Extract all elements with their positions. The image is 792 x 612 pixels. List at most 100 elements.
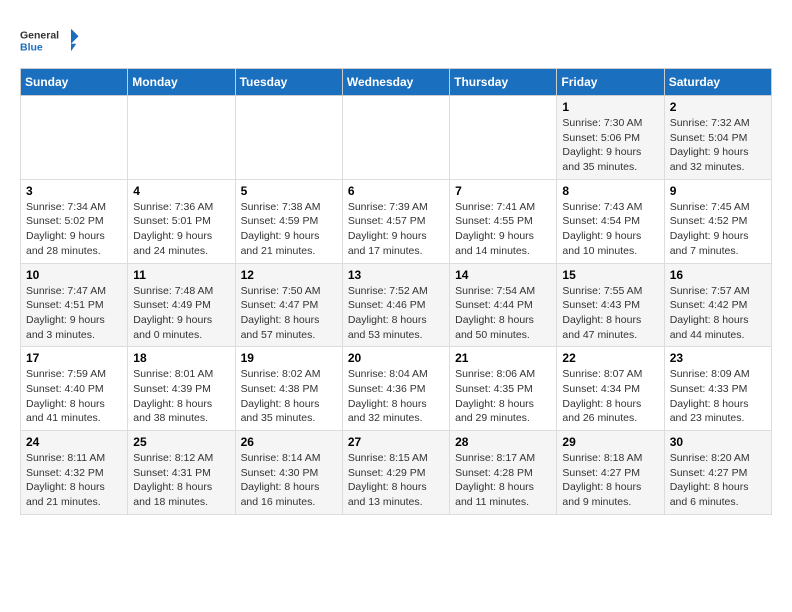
- day-info: Sunrise: 8:12 AM Sunset: 4:31 PM Dayligh…: [133, 451, 229, 510]
- col-header-friday: Friday: [557, 69, 664, 96]
- day-number: 20: [348, 351, 444, 365]
- day-number: 1: [562, 100, 658, 114]
- day-info: Sunrise: 8:15 AM Sunset: 4:29 PM Dayligh…: [348, 451, 444, 510]
- day-info: Sunrise: 7:32 AM Sunset: 5:04 PM Dayligh…: [670, 116, 766, 175]
- calendar-cell: 5 Sunrise: 7:38 AM Sunset: 4:59 PM Daylig…: [235, 179, 342, 263]
- day-number: 15: [562, 268, 658, 282]
- day-info: Sunrise: 7:38 AM Sunset: 4:59 PM Dayligh…: [241, 200, 337, 259]
- day-info: Sunrise: 7:48 AM Sunset: 4:49 PM Dayligh…: [133, 284, 229, 343]
- day-info: Sunrise: 8:09 AM Sunset: 4:33 PM Dayligh…: [670, 367, 766, 426]
- calendar-cell: 12Sunrise: 7:50 AM Sunset: 4:47 PM Dayli…: [235, 263, 342, 347]
- calendar-cell: 25 Sunrise: 8:12 AM Sunset: 4:31 PM Dayli…: [128, 431, 235, 515]
- day-info: Sunrise: 7:45 AM Sunset: 4:52 PM Dayligh…: [670, 200, 766, 259]
- logo: General Blue: [20, 20, 80, 60]
- day-info: Sunrise: 7:36 AM Sunset: 5:01 PM Dayligh…: [133, 200, 229, 259]
- calendar-cell: 15Sunrise: 7:55 AM Sunset: 4:43 PM Dayli…: [557, 263, 664, 347]
- day-number: 2: [670, 100, 766, 114]
- col-header-tuesday: Tuesday: [235, 69, 342, 96]
- day-number: 30: [670, 435, 766, 449]
- calendar-cell: 4 Sunrise: 7:36 AM Sunset: 5:01 PM Daylig…: [128, 179, 235, 263]
- day-info: Sunrise: 8:11 AM Sunset: 4:32 PM Dayligh…: [26, 451, 122, 510]
- day-number: 14: [455, 268, 551, 282]
- day-info: Sunrise: 8:20 AM Sunset: 4:27 PM Dayligh…: [670, 451, 766, 510]
- day-info: Sunrise: 7:59 AM Sunset: 4:40 PM Dayligh…: [26, 367, 122, 426]
- day-number: 6: [348, 184, 444, 198]
- calendar-cell: 20 Sunrise: 8:04 AM Sunset: 4:36 PM Dayli…: [342, 347, 449, 431]
- calendar-cell: 13 Sunrise: 7:52 AM Sunset: 4:46 PM Dayli…: [342, 263, 449, 347]
- calendar-cell: 22 Sunrise: 8:07 AM Sunset: 4:34 PM Dayli…: [557, 347, 664, 431]
- day-number: 26: [241, 435, 337, 449]
- day-info: Sunrise: 7:50 AM Sunset: 4:47 PM Dayligh…: [241, 284, 337, 343]
- day-number: 18: [133, 351, 229, 365]
- day-info: Sunrise: 7:57 AM Sunset: 4:42 PM Dayligh…: [670, 284, 766, 343]
- calendar-cell: 8 Sunrise: 7:43 AM Sunset: 4:54 PM Daylig…: [557, 179, 664, 263]
- day-info: Sunrise: 7:47 AM Sunset: 4:51 PM Dayligh…: [26, 284, 122, 343]
- day-number: 24: [26, 435, 122, 449]
- day-info: Sunrise: 7:52 AM Sunset: 4:46 PM Dayligh…: [348, 284, 444, 343]
- calendar-cell: 9 Sunrise: 7:45 AM Sunset: 4:52 PM Daylig…: [664, 179, 771, 263]
- calendar-cell: 16 Sunrise: 7:57 AM Sunset: 4:42 PM Dayli…: [664, 263, 771, 347]
- day-number: 22: [562, 351, 658, 365]
- col-header-saturday: Saturday: [664, 69, 771, 96]
- col-header-sunday: Sunday: [21, 69, 128, 96]
- day-number: 9: [670, 184, 766, 198]
- day-number: 23: [670, 351, 766, 365]
- svg-text:Blue: Blue: [20, 42, 43, 54]
- day-info: Sunrise: 7:41 AM Sunset: 4:55 PM Dayligh…: [455, 200, 551, 259]
- day-info: Sunrise: 8:04 AM Sunset: 4:36 PM Dayligh…: [348, 367, 444, 426]
- calendar-cell: 26 Sunrise: 8:14 AM Sunset: 4:30 PM Dayli…: [235, 431, 342, 515]
- header: General Blue: [20, 20, 772, 60]
- calendar-cell: 18 Sunrise: 8:01 AM Sunset: 4:39 PM Dayli…: [128, 347, 235, 431]
- calendar-cell: [342, 96, 449, 180]
- day-number: 4: [133, 184, 229, 198]
- day-number: 11: [133, 268, 229, 282]
- day-info: Sunrise: 8:02 AM Sunset: 4:38 PM Dayligh…: [241, 367, 337, 426]
- calendar-cell: 3Sunrise: 7:34 AM Sunset: 5:02 PM Daylig…: [21, 179, 128, 263]
- day-number: 8: [562, 184, 658, 198]
- calendar-cell: 27 Sunrise: 8:15 AM Sunset: 4:29 PM Dayli…: [342, 431, 449, 515]
- day-number: 17: [26, 351, 122, 365]
- day-info: Sunrise: 8:07 AM Sunset: 4:34 PM Dayligh…: [562, 367, 658, 426]
- day-number: 27: [348, 435, 444, 449]
- calendar-cell: 30 Sunrise: 8:20 AM Sunset: 4:27 PM Dayli…: [664, 431, 771, 515]
- day-info: Sunrise: 8:06 AM Sunset: 4:35 PM Dayligh…: [455, 367, 551, 426]
- calendar-cell: 10 Sunrise: 7:47 AM Sunset: 4:51 PM Dayli…: [21, 263, 128, 347]
- calendar-cell: 6 Sunrise: 7:39 AM Sunset: 4:57 PM Daylig…: [342, 179, 449, 263]
- day-info: Sunrise: 8:17 AM Sunset: 4:28 PM Dayligh…: [455, 451, 551, 510]
- logo-svg: General Blue: [20, 20, 80, 60]
- day-info: Sunrise: 7:43 AM Sunset: 4:54 PM Dayligh…: [562, 200, 658, 259]
- calendar-cell: 23 Sunrise: 8:09 AM Sunset: 4:33 PM Dayli…: [664, 347, 771, 431]
- day-number: 13: [348, 268, 444, 282]
- day-info: Sunrise: 7:39 AM Sunset: 4:57 PM Dayligh…: [348, 200, 444, 259]
- col-header-thursday: Thursday: [450, 69, 557, 96]
- calendar-cell: 21 Sunrise: 8:06 AM Sunset: 4:35 PM Dayli…: [450, 347, 557, 431]
- col-header-monday: Monday: [128, 69, 235, 96]
- calendar-cell: 7Sunrise: 7:41 AM Sunset: 4:55 PM Daylig…: [450, 179, 557, 263]
- calendar-cell: [450, 96, 557, 180]
- calendar-cell: 28 Sunrise: 8:17 AM Sunset: 4:28 PM Dayli…: [450, 431, 557, 515]
- day-number: 16: [670, 268, 766, 282]
- calendar: SundayMondayTuesdayWednesdayThursdayFrid…: [20, 68, 772, 515]
- day-number: 10: [26, 268, 122, 282]
- day-number: 25: [133, 435, 229, 449]
- svg-text:General: General: [20, 30, 59, 42]
- calendar-cell: 17 Sunrise: 7:59 AM Sunset: 4:40 PM Dayli…: [21, 347, 128, 431]
- day-number: 3: [26, 184, 122, 198]
- calendar-cell: 29 Sunrise: 8:18 AM Sunset: 4:27 PM Dayli…: [557, 431, 664, 515]
- calendar-cell: 24 Sunrise: 8:11 AM Sunset: 4:32 PM Dayli…: [21, 431, 128, 515]
- calendar-cell: [235, 96, 342, 180]
- day-info: Sunrise: 8:18 AM Sunset: 4:27 PM Dayligh…: [562, 451, 658, 510]
- day-info: Sunrise: 8:14 AM Sunset: 4:30 PM Dayligh…: [241, 451, 337, 510]
- calendar-cell: 14Sunrise: 7:54 AM Sunset: 4:44 PM Dayli…: [450, 263, 557, 347]
- col-header-wednesday: Wednesday: [342, 69, 449, 96]
- day-number: 28: [455, 435, 551, 449]
- calendar-cell: 2 Sunrise: 7:32 AM Sunset: 5:04 PM Daylig…: [664, 96, 771, 180]
- day-info: Sunrise: 7:30 AM Sunset: 5:06 PM Dayligh…: [562, 116, 658, 175]
- calendar-cell: [128, 96, 235, 180]
- calendar-cell: 11 Sunrise: 7:48 AM Sunset: 4:49 PM Dayli…: [128, 263, 235, 347]
- day-number: 29: [562, 435, 658, 449]
- day-number: 21: [455, 351, 551, 365]
- day-number: 5: [241, 184, 337, 198]
- day-number: 19: [241, 351, 337, 365]
- day-info: Sunrise: 8:01 AM Sunset: 4:39 PM Dayligh…: [133, 367, 229, 426]
